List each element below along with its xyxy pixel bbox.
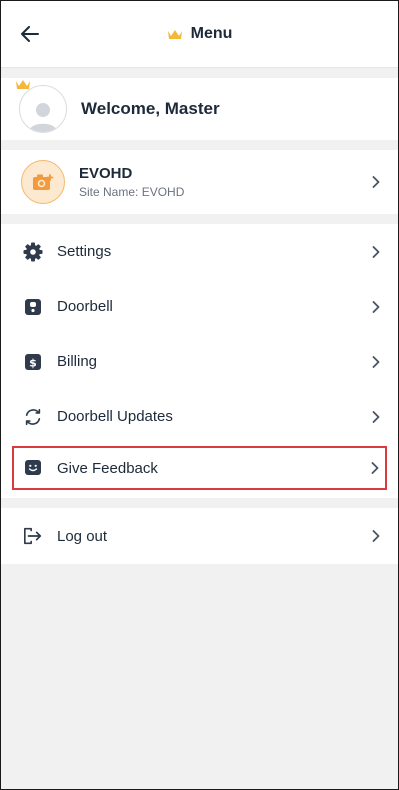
- dollar-icon: $: [23, 352, 43, 372]
- welcome-text: Welcome, Master: [81, 99, 220, 118]
- logout-button[interactable]: Log out: [1, 508, 398, 564]
- site-texts: EVOHD Site Name: EVOHD: [79, 165, 184, 199]
- crown-icon: [167, 29, 182, 39]
- chevron-right-icon: [370, 410, 382, 424]
- chevron-right-icon: [370, 355, 382, 369]
- app-frame: Menu Welcome, Master EVOHD Site Name: EV…: [0, 0, 399, 790]
- menu-item-doorbell-updates[interactable]: Doorbell Updates: [1, 389, 398, 444]
- top-bar: Menu: [1, 1, 398, 68]
- camera-icon: [33, 174, 54, 190]
- refresh-icon: [23, 407, 43, 427]
- svg-text:$: $: [29, 356, 37, 369]
- doorbell-icon: [23, 297, 43, 317]
- title-group: Menu: [1, 1, 398, 67]
- site-subtitle: Site Name: EVOHD: [79, 185, 185, 199]
- menu-item-label: Billing: [57, 353, 98, 370]
- chevron-right-icon: [370, 175, 382, 189]
- menu-item-label: Settings: [57, 243, 112, 260]
- menu-list: Settings Doorbell $ Billing Doorbell Upd…: [1, 224, 398, 498]
- logout-label: Log out: [57, 527, 108, 545]
- feedback-icon: [23, 458, 43, 478]
- avatar[interactable]: [19, 85, 67, 133]
- user-silhouette-icon: [29, 103, 57, 132]
- menu-item-label: Give Feedback: [57, 459, 158, 477]
- chevron-right-icon: [370, 300, 382, 314]
- site-name: EVOHD: [79, 165, 133, 182]
- gear-icon: [23, 242, 43, 262]
- welcome-card: Welcome, Master: [1, 78, 398, 140]
- menu-item-settings[interactable]: Settings: [1, 224, 398, 279]
- chevron-right-icon: [370, 529, 382, 543]
- crown-badge-icon: [16, 80, 30, 89]
- site-avatar: [21, 160, 65, 204]
- menu-item-give-feedback[interactable]: Give Feedback: [12, 446, 387, 490]
- page-title: Menu: [190, 25, 233, 42]
- avatar-wrap: [16, 80, 67, 133]
- menu-item-billing[interactable]: $ Billing: [1, 334, 398, 389]
- site-card[interactable]: EVOHD Site Name: EVOHD: [1, 150, 398, 214]
- menu-item-label: Doorbell: [57, 298, 113, 315]
- chevron-right-icon: [370, 245, 382, 259]
- menu-item-label: Doorbell Updates: [57, 408, 173, 425]
- chevron-right-icon: [369, 461, 381, 475]
- menu-item-doorbell[interactable]: Doorbell: [1, 279, 398, 334]
- logout-icon: [23, 526, 43, 546]
